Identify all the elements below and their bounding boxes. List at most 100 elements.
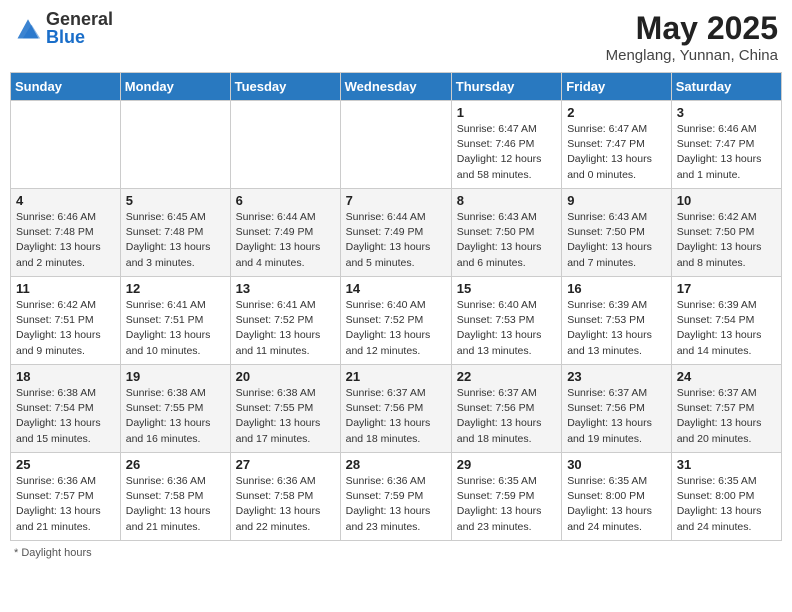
day-number: 18 [16, 369, 115, 384]
calendar-cell: 1Sunrise: 6:47 AMSunset: 7:46 PMDaylight… [451, 101, 561, 189]
calendar-cell [11, 101, 121, 189]
day-info: Sunrise: 6:43 AMSunset: 7:50 PMDaylight:… [457, 210, 556, 271]
day-info: Sunrise: 6:40 AMSunset: 7:53 PMDaylight:… [457, 298, 556, 359]
calendar-week-row: 1Sunrise: 6:47 AMSunset: 7:46 PMDaylight… [11, 101, 782, 189]
calendar-cell: 6 Sunrise: 6:44 AMSunset: 7:49 PMDaylight… [230, 189, 340, 277]
day-number: 23 [567, 369, 666, 384]
day-info: Sunrise: 6:36 AMSunset: 7:58 PMDaylight:… [236, 474, 335, 535]
calendar-cell: 22 Sunrise: 6:37 AMSunset: 7:56 PMDayligh… [451, 365, 561, 453]
day-number: 22 [457, 369, 556, 384]
day-header-tuesday: Tuesday [230, 73, 340, 101]
day-info: Sunrise: 6:45 AMSunset: 7:48 PMDaylight:… [126, 210, 225, 271]
day-number: 3 [677, 105, 776, 120]
day-info: Sunrise: 6:38 AMSunset: 7:55 PMDaylight:… [126, 386, 225, 447]
day-number: 16 [567, 281, 666, 296]
day-info: Sunrise: 6:36 AMSunset: 7:59 PMDaylight:… [346, 474, 446, 535]
day-info: Sunrise: 6:35 AMSunset: 8:00 PMDaylight:… [677, 474, 776, 535]
day-header-wednesday: Wednesday [340, 73, 451, 101]
calendar-cell: 7 Sunrise: 6:44 AMSunset: 7:49 PMDaylight… [340, 189, 451, 277]
day-info: Sunrise: 6:38 AMSunset: 7:54 PMDaylight:… [16, 386, 115, 447]
calendar-cell: 10 Sunrise: 6:42 AMSunset: 7:50 PMDayligh… [671, 189, 781, 277]
day-number: 13 [236, 281, 335, 296]
day-header-sunday: Sunday [11, 73, 121, 101]
calendar-header-row: SundayMondayTuesdayWednesdayThursdayFrid… [11, 73, 782, 101]
day-info: Sunrise: 6:39 AMSunset: 7:53 PMDaylight:… [567, 298, 666, 359]
month-year-title: May 2025 [606, 10, 778, 47]
day-number: 14 [346, 281, 446, 296]
calendar-cell: 19 Sunrise: 6:38 AMSunset: 7:55 PMDayligh… [120, 365, 230, 453]
calendar-cell: 8 Sunrise: 6:43 AMSunset: 7:50 PMDaylight… [451, 189, 561, 277]
calendar-week-row: 11Sunrise: 6:42 AMSunset: 7:51 PMDayligh… [11, 277, 782, 365]
title-block: May 2025 Menglang, Yunnan, China [606, 10, 778, 64]
calendar-table: SundayMondayTuesdayWednesdayThursdayFrid… [10, 72, 782, 541]
calendar-cell: 24Sunrise: 6:37 AMSunset: 7:57 PMDayligh… [671, 365, 781, 453]
day-number: 4 [16, 193, 115, 208]
footer-note-text: Daylight hours [21, 547, 91, 559]
day-info: Sunrise: 6:40 AMSunset: 7:52 PMDaylight:… [346, 298, 446, 359]
day-number: 15 [457, 281, 556, 296]
logo-blue-text: Blue [46, 27, 85, 47]
calendar-cell: 25Sunrise: 6:36 AMSunset: 7:57 PMDayligh… [11, 453, 121, 541]
day-number: 19 [126, 369, 225, 384]
day-number: 31 [677, 457, 776, 472]
day-number: 20 [236, 369, 335, 384]
calendar-cell: 21 Sunrise: 6:37 AMSunset: 7:56 PMDayligh… [340, 365, 451, 453]
calendar-cell: 13 Sunrise: 6:41 AMSunset: 7:52 PMDayligh… [230, 277, 340, 365]
day-number: 7 [346, 193, 446, 208]
day-info: Sunrise: 6:39 AMSunset: 7:54 PMDaylight:… [677, 298, 776, 359]
day-info: Sunrise: 6:37 AMSunset: 7:56 PMDaylight:… [567, 386, 666, 447]
day-number: 29 [457, 457, 556, 472]
calendar-cell: 12Sunrise: 6:41 AMSunset: 7:51 PMDayligh… [120, 277, 230, 365]
day-number: 6 [236, 193, 335, 208]
calendar-week-row: 4 Sunrise: 6:46 AMSunset: 7:48 PMDaylight… [11, 189, 782, 277]
day-info: Sunrise: 6:35 AMSunset: 8:00 PMDaylight:… [567, 474, 666, 535]
day-info: Sunrise: 6:47 AMSunset: 7:47 PMDaylight:… [567, 122, 666, 183]
day-info: Sunrise: 6:37 AMSunset: 7:56 PMDaylight:… [457, 386, 556, 447]
calendar-cell: 26Sunrise: 6:36 AMSunset: 7:58 PMDayligh… [120, 453, 230, 541]
day-number: 9 [567, 193, 666, 208]
day-number: 12 [126, 281, 225, 296]
day-info: Sunrise: 6:41 AMSunset: 7:52 PMDaylight:… [236, 298, 335, 359]
day-number: 5 [126, 193, 225, 208]
day-number: 27 [236, 457, 335, 472]
logo-general-text: General [46, 9, 113, 29]
location-subtitle: Menglang, Yunnan, China [606, 47, 778, 64]
day-number: 30 [567, 457, 666, 472]
day-info: Sunrise: 6:36 AMSunset: 7:58 PMDaylight:… [126, 474, 225, 535]
calendar-cell: 14 Sunrise: 6:40 AMSunset: 7:52 PMDayligh… [340, 277, 451, 365]
day-number: 28 [346, 457, 446, 472]
day-number: 8 [457, 193, 556, 208]
day-header-saturday: Saturday [671, 73, 781, 101]
day-info: Sunrise: 6:44 AMSunset: 7:49 PMDaylight:… [346, 210, 446, 271]
calendar-cell: 2 Sunrise: 6:47 AMSunset: 7:47 PMDaylight… [562, 101, 672, 189]
day-info: Sunrise: 6:36 AMSunset: 7:57 PMDaylight:… [16, 474, 115, 535]
calendar-cell: 23 Sunrise: 6:37 AMSunset: 7:56 PMDayligh… [562, 365, 672, 453]
logo-icon [14, 14, 42, 42]
day-info: Sunrise: 6:35 AMSunset: 7:59 PMDaylight:… [457, 474, 556, 535]
day-info: Sunrise: 6:42 AMSunset: 7:50 PMDaylight:… [677, 210, 776, 271]
calendar-cell: 30 Sunrise: 6:35 AMSunset: 8:00 PMDayligh… [562, 453, 672, 541]
day-number: 21 [346, 369, 446, 384]
day-info: Sunrise: 6:46 AMSunset: 7:47 PMDaylight:… [677, 122, 776, 183]
calendar-cell: 27 Sunrise: 6:36 AMSunset: 7:58 PMDayligh… [230, 453, 340, 541]
calendar-cell: 4 Sunrise: 6:46 AMSunset: 7:48 PMDaylight… [11, 189, 121, 277]
day-number: 10 [677, 193, 776, 208]
day-header-friday: Friday [562, 73, 672, 101]
calendar-cell: 5 Sunrise: 6:45 AMSunset: 7:48 PMDaylight… [120, 189, 230, 277]
calendar-cell: 29 Sunrise: 6:35 AMSunset: 7:59 PMDayligh… [451, 453, 561, 541]
day-header-monday: Monday [120, 73, 230, 101]
calendar-cell: 20Sunrise: 6:38 AMSunset: 7:55 PMDayligh… [230, 365, 340, 453]
calendar-cell: 11Sunrise: 6:42 AMSunset: 7:51 PMDayligh… [11, 277, 121, 365]
calendar-cell: 28 Sunrise: 6:36 AMSunset: 7:59 PMDayligh… [340, 453, 451, 541]
day-info: Sunrise: 6:37 AMSunset: 7:57 PMDaylight:… [677, 386, 776, 447]
day-header-thursday: Thursday [451, 73, 561, 101]
day-info: Sunrise: 6:37 AMSunset: 7:56 PMDaylight:… [346, 386, 446, 447]
calendar-cell: 9Sunrise: 6:43 AMSunset: 7:50 PMDaylight… [562, 189, 672, 277]
day-number: 1 [457, 105, 556, 120]
calendar-cell [340, 101, 451, 189]
calendar-cell: 15 Sunrise: 6:40 AMSunset: 7:53 PMDayligh… [451, 277, 561, 365]
day-number: 2 [567, 105, 666, 120]
day-info: Sunrise: 6:44 AMSunset: 7:49 PMDaylight:… [236, 210, 335, 271]
logo: General Blue [14, 10, 113, 46]
day-info: Sunrise: 6:46 AMSunset: 7:48 PMDaylight:… [16, 210, 115, 271]
